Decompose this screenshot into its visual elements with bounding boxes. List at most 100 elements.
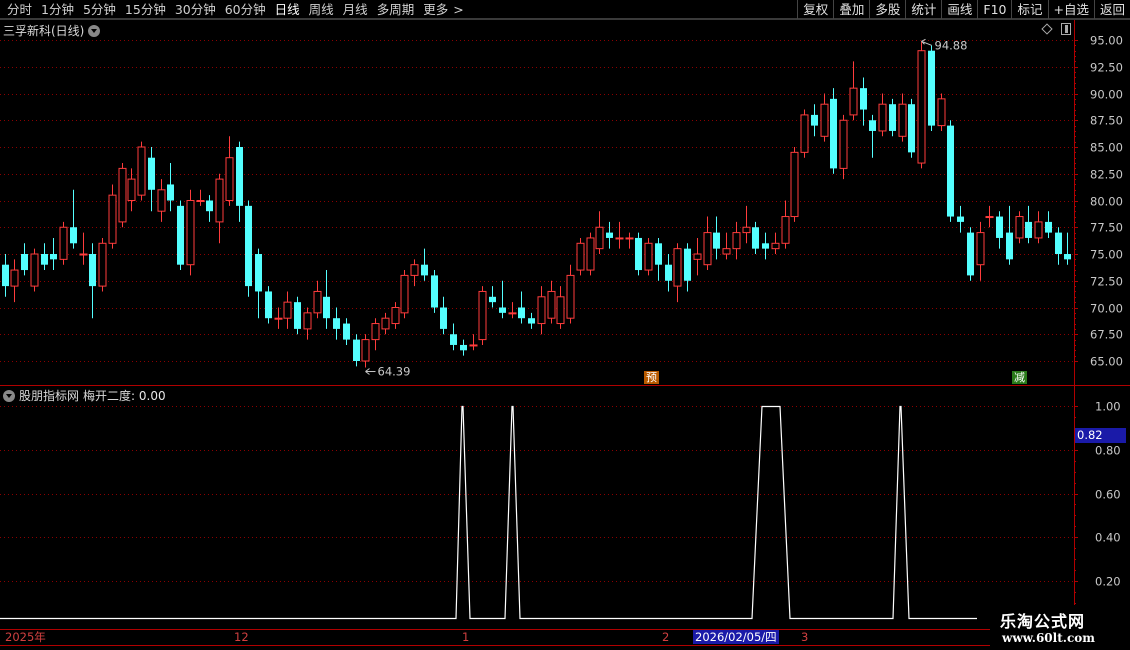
candle-body-down (206, 200, 213, 212)
price-tick-label: 72.50 (1090, 275, 1123, 289)
indicator-source: 股朋指标网 (19, 389, 80, 403)
indicator-title: 股朋指标网 梅开二度: 0.00 (3, 387, 166, 404)
candle-body-down (908, 104, 915, 153)
panel-toggle-icon[interactable] (1061, 23, 1071, 35)
candle-body-up (722, 248, 731, 255)
price-tick-label: 80.00 (1090, 195, 1123, 209)
candle-body-up (186, 200, 195, 266)
candle-body-down (1025, 221, 1032, 238)
forecast-tag[interactable]: 预 (644, 371, 659, 384)
candle-body-up (215, 178, 224, 223)
candle-body-up (313, 290, 322, 314)
candle-body-down (255, 254, 262, 292)
candle-body-down (1045, 221, 1052, 233)
watermark-name: 乐淘公式网 (1000, 612, 1086, 631)
candle-body-up (976, 232, 985, 266)
candle-body-up (937, 98, 946, 127)
candle-body-up (127, 178, 136, 202)
candle-body-down (967, 232, 974, 276)
candle-body-up (547, 290, 556, 319)
candle-body-up (59, 226, 68, 260)
candle-body-down (421, 264, 428, 276)
date-label-year: 2025年 (5, 630, 46, 644)
price-tick-label: 87.50 (1090, 114, 1123, 128)
candle-body-down (41, 254, 48, 265)
date-label-mar: 3 (801, 630, 809, 644)
candle-body-down (21, 254, 28, 271)
candle-body-up (478, 290, 487, 341)
candle-body-up (839, 119, 848, 169)
candle-body-up (400, 274, 409, 314)
candle-body-down (518, 307, 525, 319)
price-tick-label: 92.50 (1090, 61, 1123, 75)
candle-body-up (283, 301, 292, 319)
candle-body-up (1034, 221, 1043, 239)
candle-body-down (89, 254, 96, 287)
candle-body-down (167, 184, 174, 201)
date-label-feb: 2 (662, 630, 670, 644)
candle-body-up (10, 269, 19, 287)
price-tick-label: 90.00 (1090, 88, 1123, 102)
candle-body-up (537, 296, 546, 325)
candle-body-down (343, 323, 350, 340)
candle-body-up (566, 274, 575, 319)
candle-body-up (137, 146, 146, 196)
indicator-tick-label: 0.60 (1095, 488, 1121, 502)
candle-body-down (2, 264, 9, 287)
candle-body-down (450, 334, 457, 345)
candle-body-up (595, 226, 604, 250)
price-tick-label: 75.00 (1090, 248, 1123, 262)
date-label-jan: 1 (462, 630, 470, 644)
candle-body-up (703, 232, 712, 266)
candle-body-down (431, 275, 438, 308)
candle-body-down (655, 243, 662, 265)
candle-body-up (225, 157, 234, 201)
candle-body-down (811, 114, 818, 126)
indicator-dropdown-icon[interactable] (3, 389, 15, 402)
watermark-logo: 乐淘公式网 www.60lt.com (990, 605, 1130, 650)
price-tick-label: 77.50 (1090, 221, 1123, 235)
candle-body-down (148, 157, 155, 190)
candle-body-down (665, 264, 672, 281)
candle-body-down (635, 237, 642, 271)
reduction-tag[interactable]: 减 (1012, 371, 1027, 384)
candle-body-up (361, 339, 370, 362)
candle-body-down (830, 98, 837, 169)
candle-body-up (898, 103, 907, 137)
candle-body-down (323, 296, 330, 319)
candle-body-down (460, 344, 467, 351)
candle-body-down (713, 232, 720, 249)
candle-body-down (265, 291, 272, 319)
candle-body-up (644, 242, 653, 271)
date-axis: 2025年 12 1 2 2026/02/05/四 3 (0, 630, 1075, 644)
price-tick-label: 82.50 (1090, 168, 1123, 182)
candle-body-down (1055, 232, 1062, 254)
candle-body-down (499, 307, 506, 313)
candle-body-up (771, 242, 780, 250)
candle-body-down (869, 120, 876, 131)
candle-body-up (391, 307, 400, 325)
candle-body-down (752, 227, 759, 249)
indicator-line (0, 405, 977, 620)
candle-body-up (381, 317, 390, 330)
candle-body-up (586, 237, 595, 271)
candle-body-up (108, 194, 117, 244)
candle-body-down (236, 147, 243, 206)
kline-chart[interactable]: 95.00 92.50 90.00 87.50 85.00 82.50 80.00 77.50… (0, 0, 1130, 650)
candle-body-up (790, 151, 799, 218)
candle-body-up (849, 87, 858, 116)
indicator-tick-label: 1.00 (1095, 400, 1121, 414)
date-label-dec: 12 (234, 630, 249, 644)
candle-body-down (245, 205, 252, 287)
indicator-tick-label: 0.20 (1095, 575, 1121, 589)
candle-body-up (556, 296, 565, 325)
candle-body-down (947, 125, 954, 217)
candle-body-down (928, 50, 935, 126)
watermark-url: www.60lt.com (1002, 631, 1095, 645)
candle-body-down (889, 104, 896, 131)
candle-body-up (625, 237, 634, 240)
low-price-label: 64.39 (378, 365, 411, 379)
title-dropdown-icon[interactable] (88, 24, 101, 37)
candle-body-down (440, 307, 447, 329)
candle-body-up (371, 323, 380, 341)
